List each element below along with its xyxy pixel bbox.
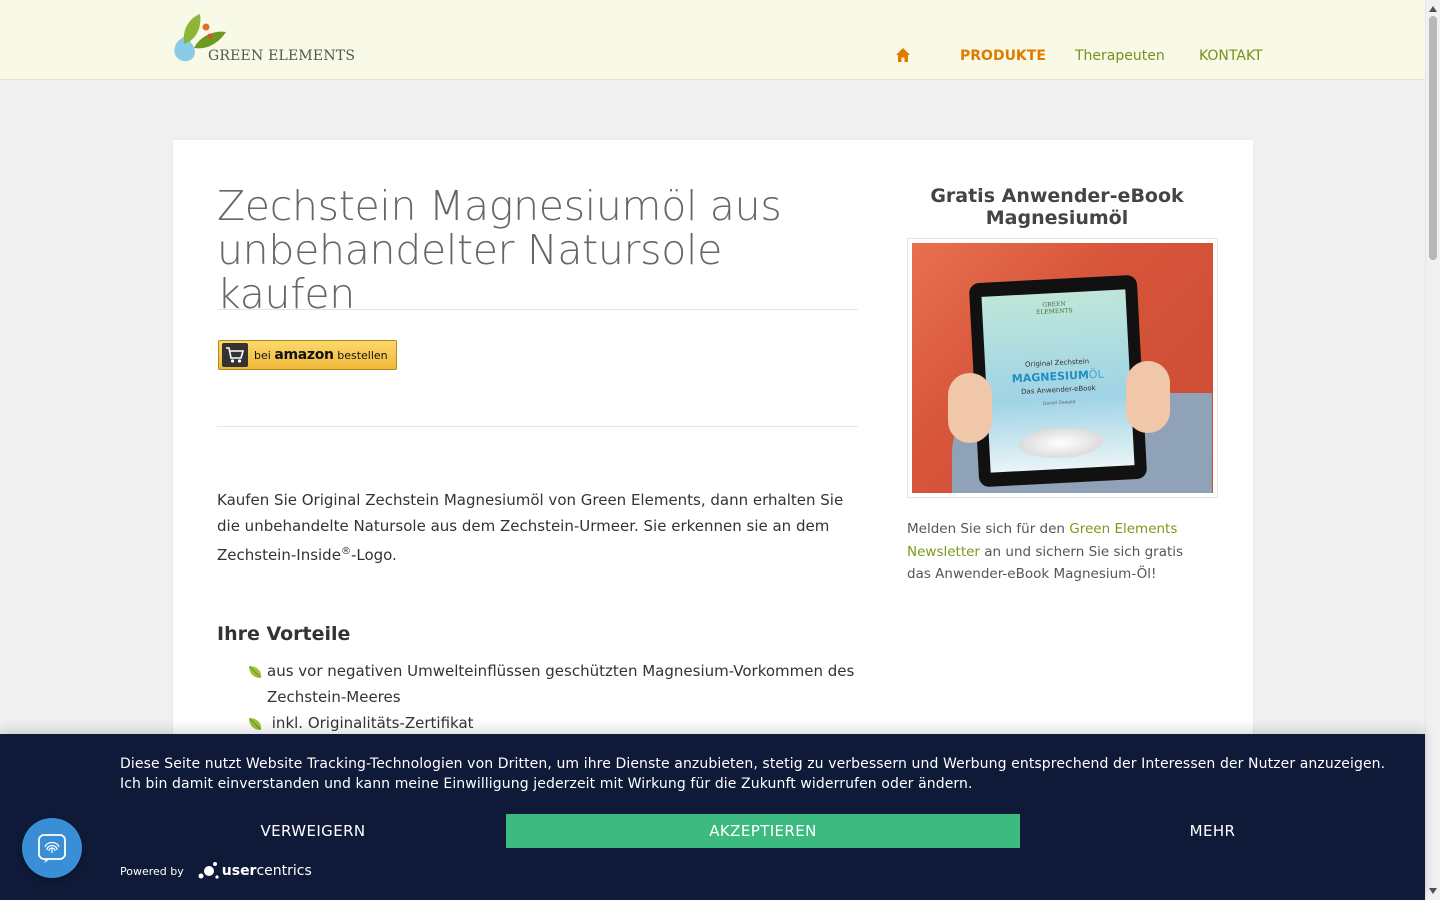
cookie-banner: Diese Seite nutzt Website Tracking-Techn…: [0, 734, 1425, 900]
leaf-bullet-icon: [249, 666, 262, 678]
amazon-button-label: bei amazon bestellen: [254, 347, 388, 363]
nav-produkte[interactable]: PRODUKTE: [960, 48, 1046, 64]
page-title: Zechstein Magnesiumöl aus unbehandelter …: [217, 184, 857, 316]
cart-icon: [222, 343, 248, 367]
page-scrollbar[interactable]: [1425, 0, 1440, 900]
scroll-thumb[interactable]: [1429, 16, 1437, 260]
page-title-line1: Zechstein Magnesiumöl aus: [217, 182, 782, 230]
nav-therapeuten[interactable]: Therapeuten: [1075, 48, 1165, 64]
scroll-down-arrow-icon[interactable]: [1429, 888, 1437, 894]
nav-home[interactable]: [895, 47, 913, 65]
benefits-list: aus vor negativen Umwelteinflüssen gesch…: [245, 658, 865, 736]
cookie-text: Diese Seite nutzt Website Tracking-Techn…: [120, 756, 1386, 792]
fingerprint-icon: [38, 834, 66, 863]
ebook-image[interactable]: GREEN ELEMENTS Original Zechstein MAGNESI…: [907, 238, 1218, 498]
leaf-bullet-icon: [249, 718, 262, 730]
home-icon: [896, 48, 910, 62]
sidebar-title: Gratis Anwender-eBook Magnesiumöl: [930, 185, 1184, 229]
newsletter-text: Melden Sie sich für den Green Elements N…: [907, 521, 1184, 582]
accept-button[interactable]: AKZEPTIEREN: [506, 814, 1020, 848]
powered-by: Powered by user centrics: [120, 860, 312, 882]
benefits-heading: Ihre Vorteile: [217, 623, 351, 645]
divider: [217, 426, 858, 427]
more-button[interactable]: MEHR: [1020, 814, 1405, 848]
privacy-settings-button[interactable]: [22, 818, 82, 878]
scroll-up-arrow-icon[interactable]: [1429, 6, 1437, 12]
page-title-line2: unbehandelter Natursole kaufen: [217, 226, 723, 318]
nav-kontakt[interactable]: KONTAKT: [1199, 48, 1263, 64]
tablet: GREEN ELEMENTS Original Zechstein MAGNESI…: [968, 274, 1148, 488]
amazon-order-button[interactable]: bei amazon bestellen: [218, 340, 397, 370]
ebook-photo: GREEN ELEMENTS Original Zechstein MAGNESI…: [912, 243, 1213, 493]
main-nav: PRODUKTE Therapeuten KONTAKT: [0, 48, 1425, 68]
intro-paragraph: Kaufen Sie Original Zechstein Magnesiumö…: [217, 491, 844, 564]
usercentrics-logo[interactable]: user centrics: [196, 860, 312, 882]
deny-button[interactable]: VERWEIGERN: [120, 814, 506, 848]
list-item: inkl. Originalitäts-Zertifikat: [245, 710, 865, 736]
usercentrics-dots-icon: [198, 862, 219, 879]
divider: [217, 309, 858, 310]
site-header: GREEN ELEMENTS PRODUKTE Therapeuten KONT…: [0, 0, 1425, 80]
list-item: aus vor negativen Umwelteinflüssen gesch…: [245, 658, 865, 710]
